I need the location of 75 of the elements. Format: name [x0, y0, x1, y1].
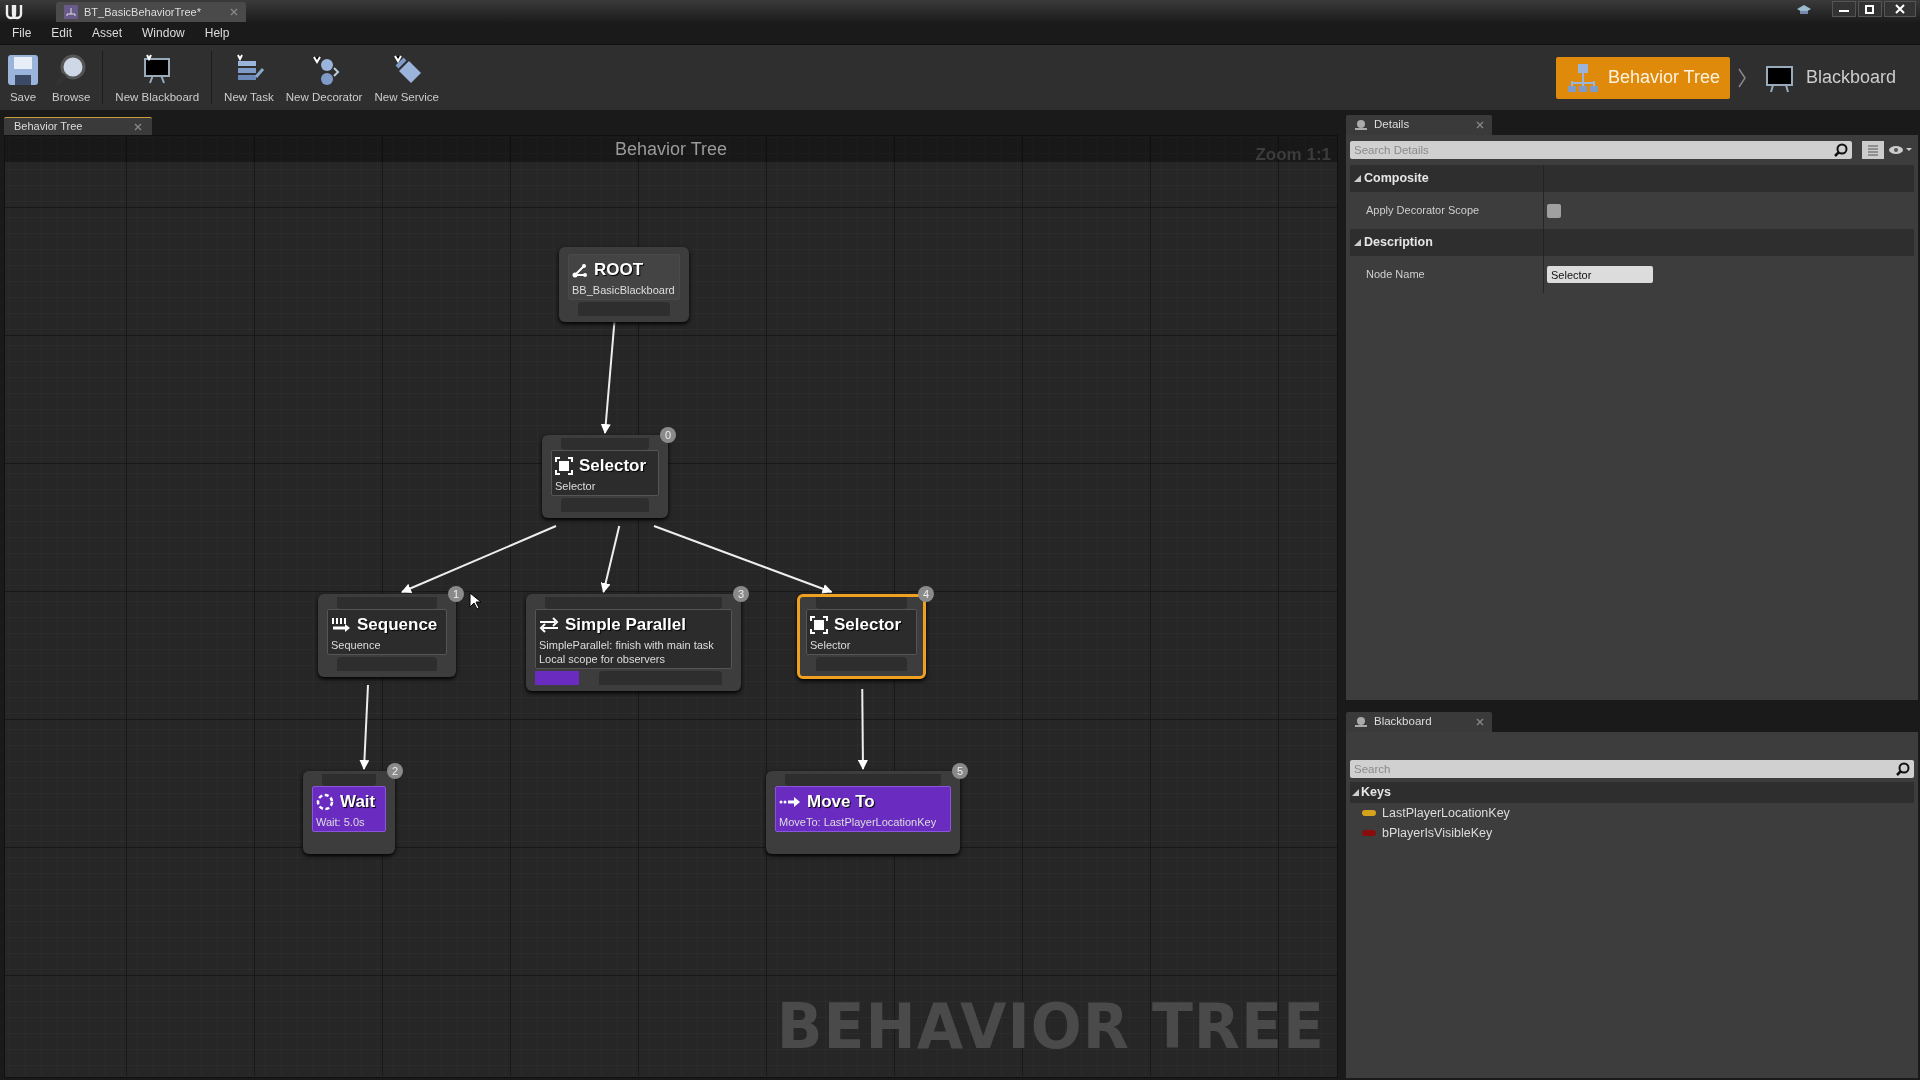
dashed-circle-icon [316, 792, 334, 811]
main-task-slot [535, 670, 579, 685]
search-field[interactable]: Search [1350, 760, 1914, 778]
node-title: Selector [579, 455, 647, 477]
node-subtitle: Local scope for observers [539, 651, 666, 666]
panel-icon [1354, 118, 1368, 132]
expand-arrow-icon[interactable] [1352, 789, 1359, 796]
asset-icon [64, 5, 78, 19]
mode-button[interactable]: Blackboard [1753, 56, 1906, 99]
menu-item[interactable]: Asset [84, 24, 131, 42]
node-subtitle: MoveTo: LastPlayerLocationKey [779, 814, 938, 829]
node-title: Sequence [357, 614, 438, 636]
document-tab[interactable]: BT_BasicBehaviorTree* [56, 2, 246, 22]
node-title: Selector [834, 614, 902, 636]
blackboard-key[interactable]: bPlayerIsVisibleKey [1382, 823, 1493, 843]
menu-item[interactable]: Window [134, 24, 193, 42]
panel-icon [1354, 715, 1368, 729]
node-subtitle: Selector [810, 637, 852, 652]
branch-icon [572, 261, 588, 278]
selector-icon [810, 615, 828, 634]
sequence-icon [331, 615, 351, 634]
property-label: Node Name [1366, 267, 1425, 283]
toolbar-button[interactable]: New Blackboard [109, 45, 206, 110]
mouse-cursor-icon [469, 592, 481, 610]
search-icon [1896, 762, 1910, 776]
toolbar-button[interactable]: Browse [46, 45, 97, 110]
search-icon [1834, 143, 1848, 157]
property-label: Apply Decorator Scope [1366, 203, 1480, 219]
tree-node[interactable]: Sequence Sequence [318, 594, 456, 677]
expand-arrow-icon[interactable] [1354, 175, 1361, 182]
graph-tab[interactable]: Behavior Tree [4, 117, 152, 135]
tree-node[interactable]: ROOT BB_BasicBlackboard [559, 247, 689, 322]
graph-title: Behavior Tree [614, 137, 728, 161]
document-tab-title: BT_BasicBehaviorTree* [84, 4, 201, 20]
node-subtitle: Wait: 5.0s [316, 814, 366, 829]
expand-arrow-icon[interactable] [1354, 239, 1361, 246]
toolbar-button[interactable]: Save [0, 45, 46, 110]
checkbox[interactable] [1547, 203, 1561, 218]
toolbar-button[interactable]: New Decorator [279, 45, 369, 110]
node-title: ROOT [594, 259, 644, 281]
search-field[interactable]: Search Details [1350, 141, 1852, 159]
chevron-icon [1737, 67, 1746, 88]
panel-tab[interactable]: Details [1346, 115, 1492, 135]
selector-icon [555, 456, 573, 475]
text-field[interactable]: Selector [1547, 266, 1653, 283]
node-title: Wait [340, 791, 376, 813]
toolbar-button[interactable]: New Service [368, 45, 445, 110]
menu-item[interactable]: Edit [43, 24, 81, 42]
minimize-icon[interactable] [1832, 0, 1856, 17]
menu-item[interactable]: Help [196, 24, 238, 42]
close-icon[interactable] [1884, 0, 1916, 17]
node-subtitle: Selector [555, 478, 597, 493]
node-title: Simple Parallel [565, 614, 686, 636]
parallel-arrows-icon [539, 616, 559, 633]
input-connector-slot [322, 774, 376, 786]
node-subtitle: BB_BasicBlackboard [572, 282, 676, 297]
toolbar-button[interactable]: New Task [218, 45, 280, 110]
blackboard-key[interactable]: LastPlayerLocationKey [1382, 803, 1510, 823]
graduation-cap-icon[interactable] [1796, 3, 1812, 17]
section-header[interactable]: Description [1364, 233, 1433, 252]
tree-diagram-icon [1565, 61, 1598, 94]
eye-icon[interactable] [1888, 144, 1914, 156]
save-icon [6, 52, 40, 87]
engine-logo-icon [4, 2, 24, 20]
graph-tab-title: Behavior Tree [14, 119, 83, 135]
edge-arrow [600, 525, 621, 593]
section-header[interactable]: Composite [1364, 169, 1429, 188]
restore-icon[interactable] [1858, 0, 1882, 17]
node-subtitle: SimpleParallel: finish with main task [539, 637, 715, 652]
dotted-arrow-icon [779, 795, 801, 808]
node-title: Move To [807, 791, 875, 813]
node-subtitle: Sequence [331, 637, 382, 652]
key-group-header[interactable]: Keys [1361, 783, 1391, 802]
panel-tab[interactable]: Blackboard [1346, 712, 1492, 732]
menu-item[interactable]: File [4, 24, 40, 42]
